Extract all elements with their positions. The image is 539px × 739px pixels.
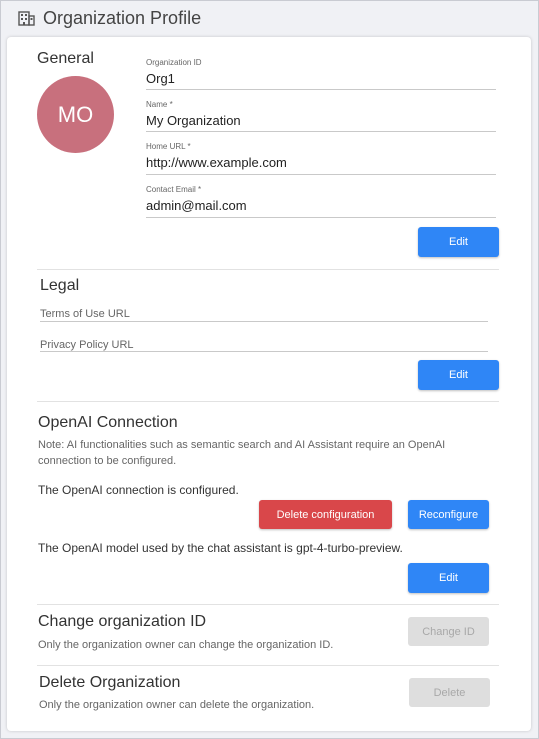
divider: [37, 269, 499, 270]
openai-section-title: OpenAI Connection: [38, 414, 178, 431]
avatar: MO: [37, 76, 114, 153]
change-id-description: Only the organization owner can change t…: [38, 639, 334, 651]
name-field[interactable]: My Organization: [146, 113, 241, 128]
delete-org-section-title: Delete Organization: [39, 674, 181, 691]
home-url-field[interactable]: http://www.example.com: [146, 155, 287, 170]
page-header: Organization Profile: [18, 7, 201, 29]
contact-email-field[interactable]: admin@mail.com: [146, 198, 247, 213]
name-underline: [146, 131, 496, 132]
app-frame: Organization Profile General MO Organiza…: [0, 0, 539, 739]
organization-id-label: Organization ID: [146, 58, 202, 67]
change-id-section-title: Change organization ID: [38, 613, 207, 630]
building-icon: [18, 10, 35, 26]
general-edit-button[interactable]: Edit: [418, 227, 499, 257]
contact-email-label: Contact Email *: [146, 185, 202, 194]
divider: [37, 401, 499, 402]
home-url-label: Home URL *: [146, 142, 191, 151]
legal-edit-button[interactable]: Edit: [418, 360, 499, 390]
reconfigure-button[interactable]: Reconfigure: [408, 500, 489, 529]
home-url-underline: [146, 174, 496, 175]
privacy-underline: [40, 351, 488, 352]
terms-of-use-field[interactable]: Terms of Use URL: [40, 308, 130, 320]
divider: [37, 604, 499, 605]
delete-configuration-button[interactable]: Delete configuration: [259, 500, 392, 529]
general-section-title: General: [37, 50, 94, 67]
openai-status: The OpenAI connection is configured.: [38, 483, 239, 497]
organization-id-value: Org1: [146, 71, 175, 86]
privacy-policy-field[interactable]: Privacy Policy URL: [40, 339, 134, 351]
openai-note: Note: AI functionalities such as semanti…: [38, 439, 446, 467]
legal-section-title: Legal: [40, 277, 80, 294]
page-title: Organization Profile: [43, 7, 202, 28]
contact-email-underline: [146, 217, 496, 218]
profile-card: General MO Organization ID Org1 Name * M…: [7, 37, 531, 731]
terms-underline: [40, 321, 488, 322]
divider: [37, 665, 499, 666]
delete-organization-button[interactable]: Delete: [409, 678, 490, 707]
name-label: Name *: [146, 100, 173, 109]
organization-id-underline: [146, 89, 496, 90]
delete-org-description: Only the organization owner can delete t…: [39, 699, 315, 711]
change-id-button[interactable]: Change ID: [408, 617, 489, 646]
openai-edit-button[interactable]: Edit: [408, 563, 489, 593]
openai-model-text: The OpenAI model used by the chat assist…: [38, 541, 403, 555]
